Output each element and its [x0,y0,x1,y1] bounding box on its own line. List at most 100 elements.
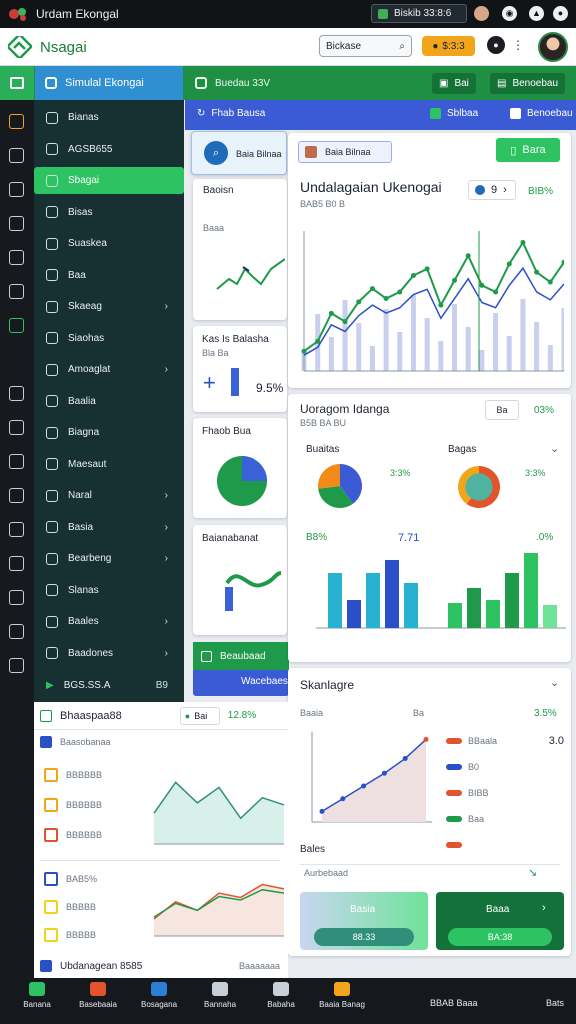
lock-icon[interactable]: ▲ [529,6,544,21]
rail-icon[interactable] [9,318,24,333]
rail-icon[interactable] [9,148,24,163]
strip-button-1[interactable]: ▣ Bai [432,73,476,94]
avatar[interactable] [538,32,568,62]
panel-row2[interactable]: BBBBB [44,928,96,942]
data-point [520,240,526,246]
detail-card[interactable]: Skanlagre ⌄ Baaia Ba 3.5% BBaala 3.0 B0 B… [288,668,571,956]
rail-icon[interactable] [9,488,24,503]
breakdown-card[interactable]: Uoragom Idanga B5B BA BU Ba 03% Buaitas … [288,394,571,662]
panel-row[interactable]: BBBBBB [44,798,102,812]
sidebar-item[interactable]: Baa [34,262,184,289]
card5-button[interactable]: Wacebaes [241,676,288,687]
chip-card[interactable]: ⌕ Baia Bilnaa [191,131,287,175]
trend-card[interactable]: Baianabanat [193,525,287,635]
bell-icon[interactable]: ● [553,6,568,21]
sidebar-item[interactable]: Suaskea [34,230,184,257]
sidebar-item-icon [46,269,58,281]
more-icon[interactable]: ⋮ [512,38,524,52]
panel-row2[interactable]: BBBBB [44,900,96,914]
chat-icon[interactable]: ◉ [502,6,517,21]
panel-icon [40,709,52,722]
panel-row[interactable]: BBBBBB [44,768,102,782]
main-title: Undalagaian Ukenogai [300,179,442,195]
left-action-tile[interactable]: Basia 88.33 [300,892,428,950]
sidebar-item[interactable]: Siaohas [34,325,184,352]
search-icon: ⌕ [399,40,405,52]
search-input[interactable]: Bickase ⌕ [319,35,412,57]
mini-chart-card-1[interactable]: Baoisn Baaa [193,179,287,320]
sidebar-item[interactable]: Skaeag › [34,293,184,320]
sidebar-item[interactable]: Basia › [34,514,184,541]
panel-row2[interactable]: BAB5% [44,872,97,886]
panel-pct: 12.8% [227,710,257,721]
sidebar-item[interactable]: Bianas [34,104,184,131]
sidebar-item[interactable]: Sbagai [34,167,184,194]
data-point [479,282,485,288]
chevron-down-icon[interactable]: ⌄ [550,442,559,455]
nav-item[interactable]: Babaha [246,982,316,1009]
stat-card[interactable]: Kas Is Balasha Bla Ba + 9.5% [193,326,287,412]
arrow-icon[interactable]: ↘ [528,866,537,879]
pie-card[interactable]: Fhaob Bua [193,418,287,518]
sidebar-item[interactable]: Baadones › [34,640,184,667]
sidebar-item[interactable]: Bearbeng › [34,545,184,572]
rail-icon[interactable] [9,522,24,537]
rail-icon[interactable] [9,386,24,401]
tab-buedau[interactable]: Buedau 33V [185,66,325,100]
data-point [438,302,444,308]
panel-badge[interactable]: ● Bai [179,706,220,725]
rail-icon[interactable] [9,250,24,265]
rail-icon[interactable] [9,624,24,639]
panel-row[interactable]: BBBBBB [44,828,102,842]
status-pill[interactable]: Biskib 33:8:6 [371,4,467,23]
bluebar-doc[interactable]: Benoebau [510,108,573,119]
rail-icon[interactable] [9,556,24,571]
sidebar-item[interactable]: AGSB655 [34,136,184,163]
sidebar-item[interactable]: Amoaglat › [34,356,184,383]
bluebar-right[interactable]: Sblbaa [430,108,478,119]
rail-icon[interactable] [9,420,24,435]
wallet-button[interactable]: ● $:3:3 [422,36,475,56]
rail-icon[interactable] [9,182,24,197]
tab-icon [45,77,57,89]
strip-button-2[interactable]: ▤ Benoebau [490,73,566,94]
left-tile-button[interactable]: 88.33 [314,928,414,946]
pill-square-icon [378,8,388,19]
detail-chevron-icon[interactable]: ⌄ [550,676,559,689]
rail-icon[interactable] [9,284,24,299]
sidebar-item[interactable]: Bisas [34,199,184,226]
nav-item[interactable]: Bannaha [185,982,255,1009]
sidebar-footer[interactable]: ▶ BGS.SS.A B9 [34,672,184,699]
sidebar-item[interactable]: Maesaut [34,451,184,478]
brand[interactable]: Nsagai [8,36,87,58]
nav-item[interactable]: Bosagana [124,982,194,1009]
rail-icon[interactable] [9,454,24,469]
sidebar-item[interactable]: Naral › [34,482,184,509]
rail-icon[interactable] [9,114,24,129]
profile-dot-icon[interactable]: ● [487,36,505,54]
card5-title: Beaubaad [220,650,266,662]
sidebar-item[interactable]: Baales › [34,608,184,635]
rail-icon[interactable] [9,658,24,673]
right-action-tile[interactable]: Baaa › BA:38 [436,892,564,950]
action-card[interactable]: Beaubaad Wacebaes [193,642,289,696]
sidebar-item[interactable]: Baalia [34,388,184,415]
primary-button[interactable]: ▯ Bara [496,138,560,162]
nav-item[interactable]: Baaia Banag [307,982,377,1009]
plus-icon[interactable]: + [203,370,216,396]
sidebar-item[interactable]: Slanas [34,577,184,604]
nav-item[interactable]: Banana [2,982,72,1009]
user-icon[interactable] [474,6,489,21]
sidebar-item[interactable]: Biagna [34,419,184,446]
row-icon [44,798,58,812]
menu-icon[interactable] [0,66,34,100]
chip-search[interactable]: Baia Bilnaa [298,141,392,163]
right-tile-button[interactable]: BA:38 [448,928,552,946]
filter-chip[interactable]: 9 › [468,180,516,200]
main-chart-card[interactable]: Baia Bilnaa ▯ Bara Undalagaian Ukenogai B… [288,133,571,388]
rail-icon[interactable] [9,216,24,231]
tab-simulal[interactable]: Simulal Ekongai [35,66,183,100]
nav-item[interactable]: Basebaaia [63,982,133,1009]
breakdown-badge[interactable]: Ba [485,400,519,420]
rail-icon[interactable] [9,590,24,605]
